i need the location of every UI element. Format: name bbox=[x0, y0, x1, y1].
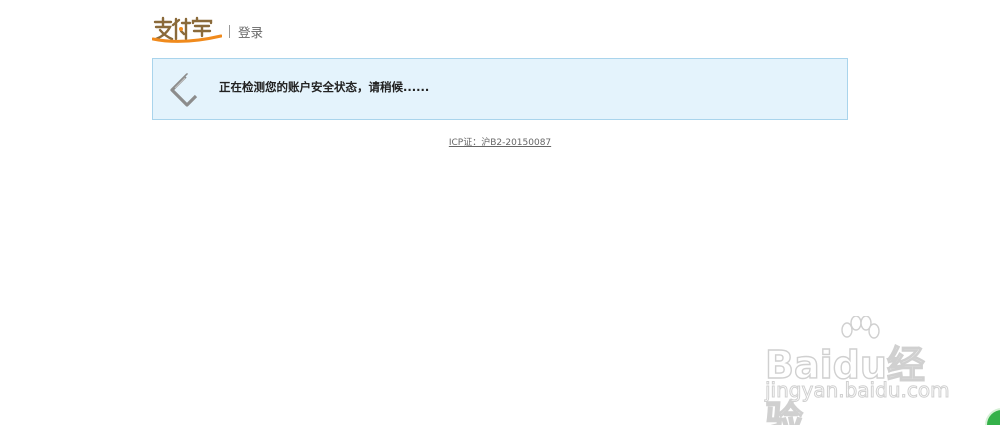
alipay-logo[interactable] bbox=[152, 15, 222, 43]
header: 登录 bbox=[152, 15, 263, 43]
notice-message: 正在检测您的账户安全状态，请稍候...... bbox=[219, 80, 430, 94]
baidu-jingyan-watermark: Baidu经验 jingyan.baidu.com bbox=[764, 316, 955, 425]
icp-link[interactable]: ICP证：沪B2-20150087 bbox=[449, 138, 551, 148]
page: 登录 正在检测您的账户安全状态，请稍候...... ICP证：沪B2-20150… bbox=[0, 0, 1000, 425]
corner-badge-icon[interactable] bbox=[985, 408, 1000, 425]
security-check-notice: 正在检测您的账户安全状态，请稍候...... bbox=[152, 58, 848, 120]
watermark-url: jingyan.baidu.com bbox=[765, 378, 951, 403]
page-title: 登录 bbox=[238, 24, 264, 40]
loading-diamond-icon bbox=[169, 72, 205, 108]
footer: ICP证：沪B2-20150087 bbox=[0, 135, 1000, 148]
header-divider bbox=[229, 24, 230, 38]
